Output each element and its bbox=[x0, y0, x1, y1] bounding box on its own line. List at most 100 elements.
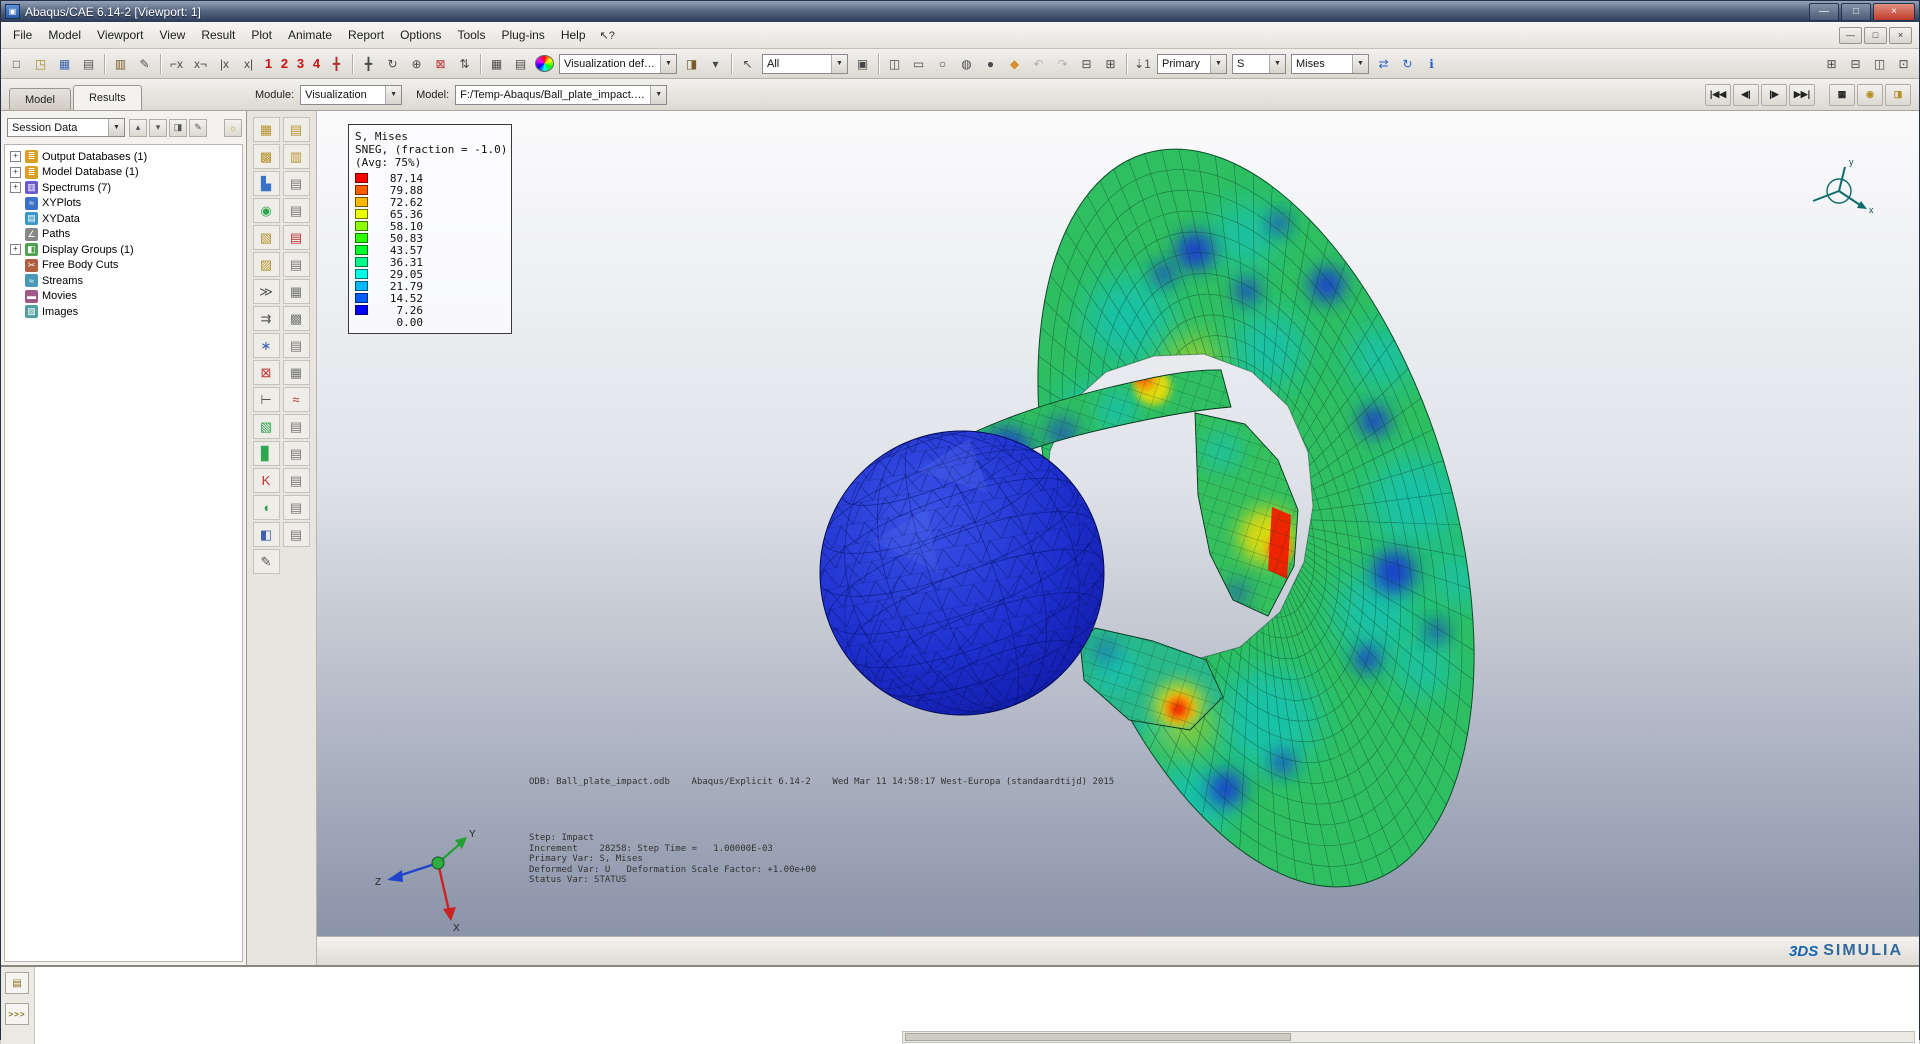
tb-probe-options[interactable]: ▤ bbox=[283, 333, 310, 358]
tb-limits-check[interactable]: K bbox=[253, 468, 280, 493]
cascade-viewports-icon[interactable]: ⊡ bbox=[1892, 53, 1915, 74]
auto-fit-icon[interactable]: ⇅ bbox=[453, 53, 476, 74]
render-canvas[interactable]: xyYXZ bbox=[317, 111, 1919, 936]
tb-spectrum-manager[interactable]: ◖ bbox=[253, 495, 280, 520]
chevron-down-icon[interactable]: ▼ bbox=[108, 119, 124, 136]
tb-orientation-options[interactable]: ▤ bbox=[283, 252, 310, 277]
view-back-icon[interactable]: x¬ bbox=[189, 53, 212, 74]
tree-filter-button[interactable]: ✎ bbox=[189, 119, 207, 137]
tb-path-curve[interactable]: ≈ bbox=[283, 387, 310, 412]
zoom-box-icon[interactable]: ⊠ bbox=[429, 53, 452, 74]
menu-report[interactable]: Report bbox=[340, 23, 392, 48]
spectrum-palette-icon[interactable] bbox=[535, 55, 554, 72]
tb-spectrum-options[interactable]: ▤ bbox=[283, 495, 310, 520]
message-log[interactable] bbox=[35, 967, 1919, 1044]
tree-expander-icon[interactable]: + bbox=[10, 151, 21, 162]
tree-spinner-up-button[interactable]: ▴ bbox=[129, 119, 147, 137]
tile-horizontally-icon[interactable]: ⊟ bbox=[1844, 53, 1867, 74]
menu-plot[interactable]: Plot bbox=[243, 23, 280, 48]
viewport-restore-button[interactable]: □ bbox=[1864, 27, 1887, 44]
select-cursor-icon[interactable]: ↖ bbox=[736, 53, 759, 74]
undo-icon[interactable]: ↶ bbox=[1027, 53, 1050, 74]
magnify-view-icon[interactable]: ⊕ bbox=[405, 53, 428, 74]
tb-animate-options[interactable]: ▦ bbox=[283, 279, 310, 304]
tb-animate-time-history[interactable]: ≫ bbox=[253, 279, 280, 304]
view-preset-3[interactable]: 3 bbox=[293, 56, 308, 71]
view-orientation-triad[interactable]: xy bbox=[1813, 157, 1874, 215]
movie-camera-button[interactable]: ◉ bbox=[1857, 84, 1883, 106]
view-preset-2[interactable]: 2 bbox=[277, 56, 292, 71]
tab-model[interactable]: Model bbox=[9, 88, 71, 110]
tree-item-images[interactable]: ▨Images bbox=[7, 304, 240, 320]
tb-stream-options[interactable]: ▤ bbox=[283, 522, 310, 547]
frame-list-icon[interactable]: ▤ bbox=[509, 53, 532, 74]
tb-field-report[interactable]: ▧ bbox=[253, 414, 280, 439]
color-code-icon[interactable]: ◨ bbox=[680, 53, 703, 74]
redo-icon[interactable]: ↷ bbox=[1051, 53, 1074, 74]
view-preset-1[interactable]: 1 bbox=[261, 56, 276, 71]
session-tools-icon[interactable]: ▥ bbox=[109, 53, 132, 74]
sync-viewports-icon[interactable]: ⇄ bbox=[1372, 53, 1395, 74]
field-output-combo[interactable]: S▼ bbox=[1232, 54, 1286, 74]
image-capture-button[interactable]: ◨ bbox=[1885, 84, 1911, 106]
output-table-icon[interactable]: ▦ bbox=[485, 53, 508, 74]
result-frame-icon[interactable]: ⇣1 bbox=[1131, 53, 1154, 74]
tree-spinner-down-button[interactable]: ▾ bbox=[149, 119, 167, 137]
color-code-arrow-icon[interactable]: ▾ bbox=[704, 53, 727, 74]
tab-results[interactable]: Results bbox=[73, 85, 142, 110]
viewport-layout-icon[interactable]: ⊞ bbox=[1099, 53, 1122, 74]
menu-model[interactable]: Model bbox=[40, 23, 89, 48]
menu-help[interactable]: Help bbox=[553, 23, 594, 48]
viewport-minimize-button[interactable]: — bbox=[1839, 27, 1862, 44]
play-button[interactable]: |▶ bbox=[1761, 84, 1787, 106]
field-position-combo[interactable]: Primary▼ bbox=[1157, 54, 1227, 74]
frame-selector-button[interactable]: ▦ bbox=[1829, 84, 1855, 106]
tb-plot-deformed[interactable]: ▥ bbox=[283, 144, 310, 169]
tb-contour-options[interactable]: ▤ bbox=[283, 198, 310, 223]
menu-viewport[interactable]: Viewport bbox=[89, 23, 151, 48]
module-combo[interactable]: Visualization ▼ bbox=[300, 85, 402, 105]
save-file-icon[interactable]: ▦ bbox=[53, 53, 76, 74]
tb-plot-fast-deformed[interactable]: ▤ bbox=[283, 117, 310, 142]
tb-history-options[interactable]: ▤ bbox=[283, 441, 310, 466]
tree-expander-icon[interactable]: + bbox=[10, 167, 21, 178]
tree-item-model-database-1[interactable]: +≣Model Database (1) bbox=[7, 165, 240, 181]
tb-animate-harmonic[interactable]: ▩ bbox=[283, 306, 310, 331]
close-button[interactable]: × bbox=[1873, 3, 1915, 21]
chevron-down-icon[interactable]: ▼ bbox=[650, 86, 666, 104]
kernel-cli-button[interactable]: >>> bbox=[5, 1003, 29, 1025]
open-file-icon[interactable]: ◳ bbox=[29, 53, 52, 74]
context-help-icon[interactable]: ↖? bbox=[600, 29, 615, 42]
viewport[interactable]: xyYXZ S, Mises SNEG, (fraction = -1.0) (… bbox=[317, 111, 1919, 936]
tree-item-xyplots[interactable]: ≈XYPlots bbox=[7, 196, 240, 212]
maximize-button[interactable]: □ bbox=[1841, 3, 1871, 21]
tree-item-paths[interactable]: ∠Paths bbox=[7, 227, 240, 243]
model-combo[interactable]: F:/Temp-Abaqus/Ball_plate_impact.odb ▼ bbox=[455, 85, 667, 105]
view-front-icon[interactable]: ⌐x bbox=[165, 53, 188, 74]
refresh-odb-icon[interactable]: ↻ bbox=[1396, 53, 1419, 74]
tb-xy-chart[interactable]: ▙ bbox=[253, 171, 280, 196]
render-wireframe-icon[interactable]: ○ bbox=[931, 53, 954, 74]
rotate-view-icon[interactable]: ↻ bbox=[381, 53, 404, 74]
drag-box-icon[interactable]: ▭ bbox=[907, 53, 930, 74]
chevron-down-icon[interactable]: ▼ bbox=[831, 55, 847, 73]
menu-view[interactable]: View bbox=[152, 23, 194, 48]
chevron-down-icon[interactable]: ▼ bbox=[385, 86, 401, 104]
new-model-icon[interactable]: □ bbox=[5, 53, 28, 74]
tb-history-output[interactable]: ▊ bbox=[253, 441, 280, 466]
menu-result[interactable]: Result bbox=[193, 23, 243, 48]
render-shaded-icon[interactable]: ● bbox=[979, 53, 1002, 74]
first-frame-button[interactable]: |◀◀ bbox=[1705, 84, 1731, 106]
invariant-combo[interactable]: Mises▼ bbox=[1291, 54, 1369, 74]
tb-contour-plot[interactable]: ◉ bbox=[253, 198, 280, 223]
tree-item-free-body-cuts[interactable]: ✂Free Body Cuts bbox=[7, 258, 240, 274]
tb-plot-undeformed[interactable]: ▩ bbox=[253, 144, 280, 169]
selection-group-icon[interactable]: ▣ bbox=[851, 53, 874, 74]
tb-limits-options[interactable]: ▤ bbox=[283, 468, 310, 493]
field-info-icon[interactable]: ℹ bbox=[1420, 53, 1443, 74]
tree-item-display-groups-1[interactable]: +◧Display Groups (1) bbox=[7, 242, 240, 258]
tree-item-streams[interactable]: ≈Streams bbox=[7, 273, 240, 289]
tree-expand-button[interactable]: ◨ bbox=[169, 119, 187, 137]
tree-item-output-databases-1[interactable]: +≣Output Databases (1) bbox=[7, 149, 240, 165]
tb-xy-options[interactable]: ▤ bbox=[283, 171, 310, 196]
